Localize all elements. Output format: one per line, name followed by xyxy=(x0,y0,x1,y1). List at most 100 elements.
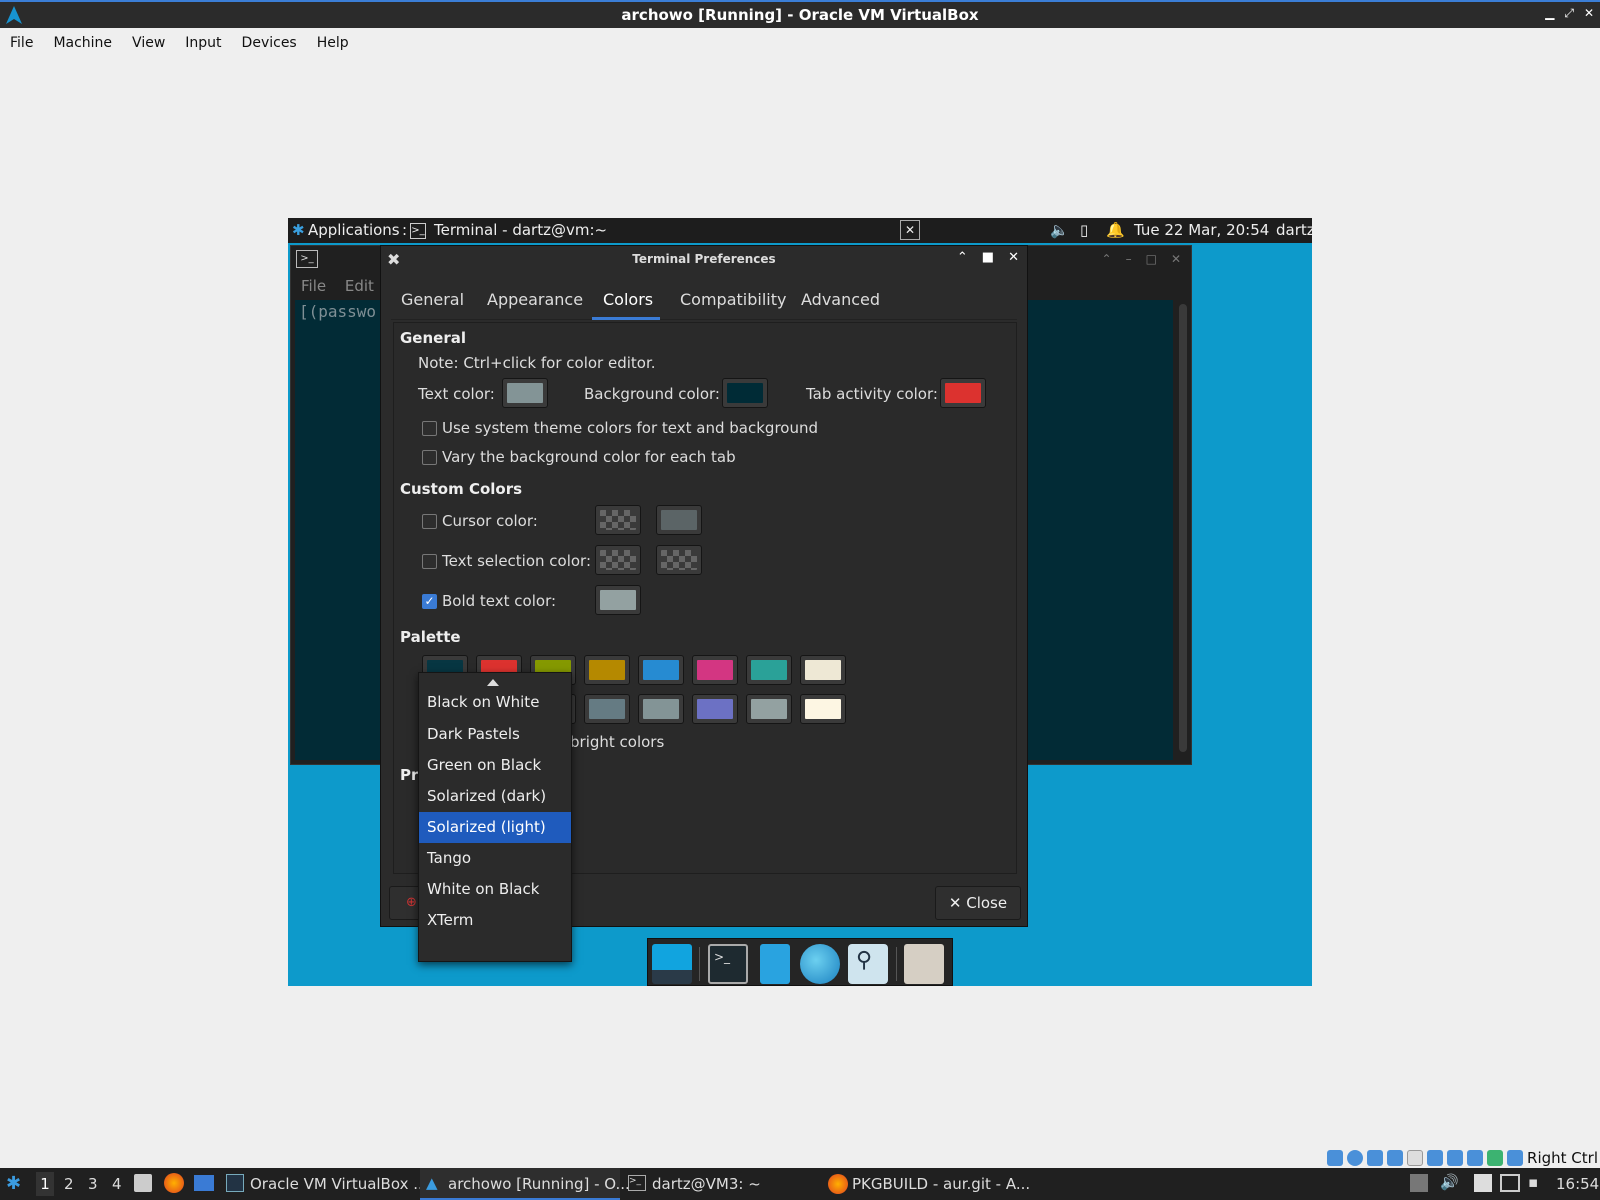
minimize-icon[interactable]: – xyxy=(1126,252,1132,266)
terminal-scrollbar[interactable] xyxy=(1179,304,1187,752)
background-color-button[interactable] xyxy=(722,378,768,408)
use-system-colors-label[interactable]: Use system theme colors for text and bac… xyxy=(442,419,818,437)
files-launcher-icon[interactable] xyxy=(134,1174,152,1192)
battery-icon[interactable]: ▯ xyxy=(1080,221,1088,239)
menu-machine[interactable]: Machine xyxy=(53,35,112,51)
tab-general[interactable]: General xyxy=(401,290,464,309)
preset-item-green-on-black[interactable]: Green on Black xyxy=(419,750,571,781)
network-icon[interactable] xyxy=(1387,1150,1404,1166)
close-icon[interactable]: ✕ xyxy=(1008,250,1019,265)
app-finder-launcher-icon[interactable]: ⚲ xyxy=(848,944,888,984)
settings-tools-icon[interactable]: ✕ xyxy=(900,220,920,240)
menu-input[interactable]: Input xyxy=(185,35,221,51)
show-desktop-icon[interactable] xyxy=(652,944,692,984)
cursor-foreground-button[interactable] xyxy=(595,505,641,535)
show-bold-bright-label[interactable]: bright colors xyxy=(570,733,664,751)
notification-bell-icon[interactable]: 🔔 xyxy=(1106,221,1125,239)
taskbar-clock[interactable]: 16:54 xyxy=(1556,1175,1599,1193)
menu-help[interactable]: Help xyxy=(317,35,349,51)
maximize-icon[interactable]: ⤢ xyxy=(1564,6,1574,21)
task-pkgbuild-browser[interactable]: PKGBUILD - aur.git - A... xyxy=(852,1175,1030,1193)
workspace-1[interactable]: 1 xyxy=(36,1172,54,1196)
text-selection-color-checkbox[interactable] xyxy=(422,554,437,569)
selection-background-button[interactable] xyxy=(656,545,702,575)
workspace-2[interactable]: 2 xyxy=(64,1175,74,1193)
bold-text-color-checkbox[interactable]: ✓ xyxy=(422,594,437,609)
tray-notification-icon[interactable]: ▪ xyxy=(1528,1173,1538,1191)
menu-devices[interactable]: Devices xyxy=(242,35,297,51)
audio-icon[interactable] xyxy=(1367,1150,1384,1166)
text-selection-color-label[interactable]: Text selection color: xyxy=(442,552,591,570)
firefox-launcher-icon[interactable] xyxy=(164,1173,184,1193)
tray-network-icon[interactable] xyxy=(1500,1174,1520,1192)
task-archowo-running[interactable]: archowo [Running] - O... xyxy=(448,1175,630,1193)
palette-color-1-5[interactable] xyxy=(638,655,684,685)
start-menu-icon[interactable]: ✱ xyxy=(6,1173,21,1194)
shade-icon[interactable]: ⌃ xyxy=(1102,252,1112,266)
tab-compatibility[interactable]: Compatibility xyxy=(680,290,786,309)
tab-colors[interactable]: Colors xyxy=(603,290,653,309)
palette-color-2-4[interactable] xyxy=(584,694,630,724)
menu-file[interactable]: File xyxy=(10,35,33,51)
maximize-icon[interactable]: □ xyxy=(1146,252,1157,266)
tab-activity-color-button[interactable] xyxy=(940,378,986,408)
preset-item-xterm[interactable]: XTerm xyxy=(419,905,571,936)
terminal-launcher-icon[interactable]: >_ xyxy=(708,944,748,984)
panel-clock[interactable]: Tue 22 Mar, 20:54 xyxy=(1134,221,1269,239)
cursor-color-checkbox[interactable] xyxy=(422,514,437,529)
file-manager-launcher-icon[interactable] xyxy=(760,944,790,984)
palette-color-2-5[interactable] xyxy=(638,694,684,724)
terminal-menu-edit[interactable]: Edit xyxy=(345,277,374,295)
cpu-icon[interactable] xyxy=(1487,1150,1504,1166)
palette-color-1-6[interactable] xyxy=(692,655,738,685)
bold-text-color-button[interactable] xyxy=(595,585,641,615)
menu-view[interactable]: View xyxy=(132,35,165,51)
selection-foreground-button[interactable] xyxy=(595,545,641,575)
minimize-icon[interactable]: ▁ xyxy=(1545,6,1554,21)
close-button[interactable]: ✕ Close xyxy=(935,886,1021,920)
cursor-color-label[interactable]: Cursor color: xyxy=(442,512,538,530)
shade-icon[interactable]: ⌃ xyxy=(957,250,968,265)
maximize-icon[interactable]: ■ xyxy=(982,250,994,265)
applications-menu[interactable]: Applications xyxy=(308,221,400,239)
scroll-up-icon[interactable] xyxy=(487,679,499,686)
recording-icon[interactable] xyxy=(1467,1150,1484,1166)
preset-item-solarized-light[interactable]: Solarized (light) xyxy=(419,812,571,843)
close-icon[interactable]: ✕ xyxy=(1584,6,1594,21)
hard-disk-icon[interactable] xyxy=(1327,1150,1344,1166)
preset-item-solarized-dark[interactable]: Solarized (dark) xyxy=(419,781,571,812)
workspace-4[interactable]: 4 xyxy=(112,1175,122,1193)
preset-item-black-on-white[interactable]: Black on White xyxy=(419,687,571,718)
workspace-3[interactable]: 3 xyxy=(88,1175,98,1193)
terminal-menu-file[interactable]: File xyxy=(301,277,326,295)
task-terminal[interactable]: dartz@VM3: ~ xyxy=(652,1175,761,1193)
task-virtualbox-manager[interactable]: Oracle VM VirtualBox ... xyxy=(250,1175,428,1193)
tray-updates-icon[interactable] xyxy=(1410,1174,1428,1192)
vm-display[interactable]: ✱ Applications : >_ Terminal - dartz@vm:… xyxy=(288,218,1312,986)
web-browser-launcher-icon[interactable] xyxy=(800,944,840,984)
xfce-menu-icon[interactable]: ✱ xyxy=(292,221,305,239)
close-icon[interactable]: ✕ xyxy=(1171,252,1181,266)
tray-volume-icon[interactable]: 🔊 xyxy=(1440,1173,1459,1191)
volume-icon[interactable]: 🔈 xyxy=(1050,221,1069,239)
presets-dropdown-menu[interactable]: Black on White Dark Pastels Green on Bla… xyxy=(418,672,572,962)
palette-color-2-8[interactable] xyxy=(800,694,846,724)
palette-color-2-6[interactable] xyxy=(692,694,738,724)
tray-clipboard-icon[interactable] xyxy=(1474,1174,1492,1192)
vary-background-checkbox[interactable] xyxy=(422,450,437,465)
preset-item-white-on-black[interactable]: White on Black xyxy=(419,874,571,905)
shared-folders-icon[interactable] xyxy=(1427,1150,1444,1166)
bold-text-color-label[interactable]: Bold text color: xyxy=(442,592,556,610)
folder-launcher-icon[interactable] xyxy=(904,944,944,984)
use-system-colors-checkbox[interactable] xyxy=(422,421,437,436)
preset-item-dark-pastels[interactable]: Dark Pastels xyxy=(419,719,571,750)
mouse-integration-icon[interactable] xyxy=(1507,1150,1524,1166)
text-color-button[interactable] xyxy=(502,378,548,408)
palette-color-1-7[interactable] xyxy=(746,655,792,685)
panel-user[interactable]: dartz xyxy=(1276,221,1312,239)
tab-appearance[interactable]: Appearance xyxy=(487,290,583,309)
usb-icon[interactable] xyxy=(1407,1150,1424,1166)
tab-advanced[interactable]: Advanced xyxy=(801,290,880,309)
optical-drive-icon[interactable] xyxy=(1347,1150,1364,1166)
preset-item-tango[interactable]: Tango xyxy=(419,843,571,874)
